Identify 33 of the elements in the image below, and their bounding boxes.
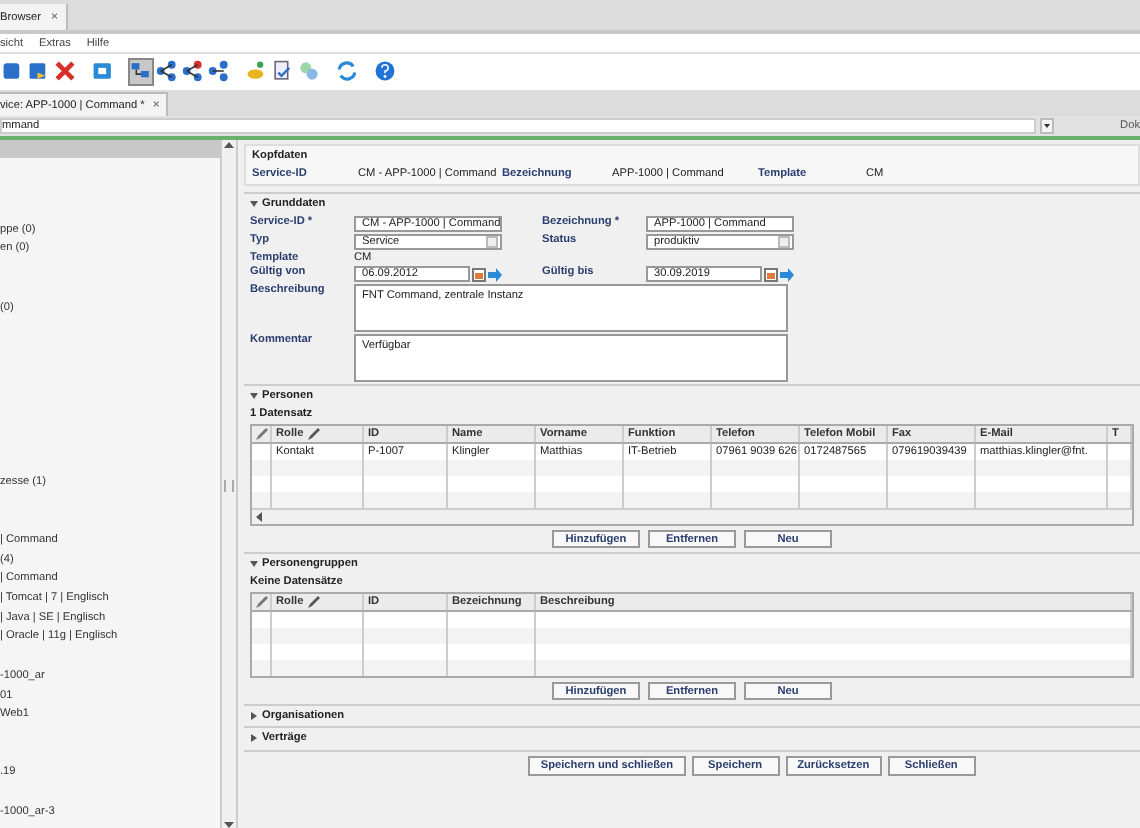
edit-icon[interactable] [256, 596, 268, 608]
document-check-icon [272, 60, 294, 82]
toolbar-button[interactable] [180, 57, 206, 85]
arrow-icon[interactable] [488, 267, 502, 281]
expand-icon[interactable] [250, 712, 258, 720]
pencil-icon [307, 428, 320, 440]
help-icon [374, 60, 396, 82]
toolbar-button[interactable] [270, 57, 296, 85]
collapse-icon[interactable] [250, 200, 258, 208]
toolbar-button[interactable] [206, 57, 232, 85]
vertical-scrollbar[interactable] [222, 140, 238, 828]
refresh-icon [336, 60, 358, 82]
collapse-icon[interactable] [250, 392, 258, 400]
expand-icon[interactable] [250, 734, 258, 742]
calendar-icon[interactable] [764, 267, 778, 281]
horizontal-scrollbar[interactable] [252, 508, 1132, 524]
calendar-icon[interactable] [472, 267, 486, 281]
edit-icon[interactable] [256, 428, 268, 440]
circles-icon [298, 60, 320, 82]
network-icon [208, 60, 230, 82]
network-icon [156, 60, 178, 82]
dropdown-button[interactable] [1040, 118, 1054, 134]
caret-icon [1044, 124, 1050, 128]
pencil-icon [307, 596, 320, 608]
collapse-icon[interactable] [250, 560, 258, 568]
window-icon [92, 60, 114, 82]
arrow-icon[interactable] [780, 267, 794, 281]
delete-icon [54, 60, 76, 82]
scroll-left-icon[interactable] [254, 512, 264, 522]
hierarchy-icon [130, 60, 152, 82]
network-icon [182, 60, 204, 82]
toolbar-button[interactable] [154, 57, 180, 85]
scroll-down-icon[interactable] [224, 820, 234, 828]
